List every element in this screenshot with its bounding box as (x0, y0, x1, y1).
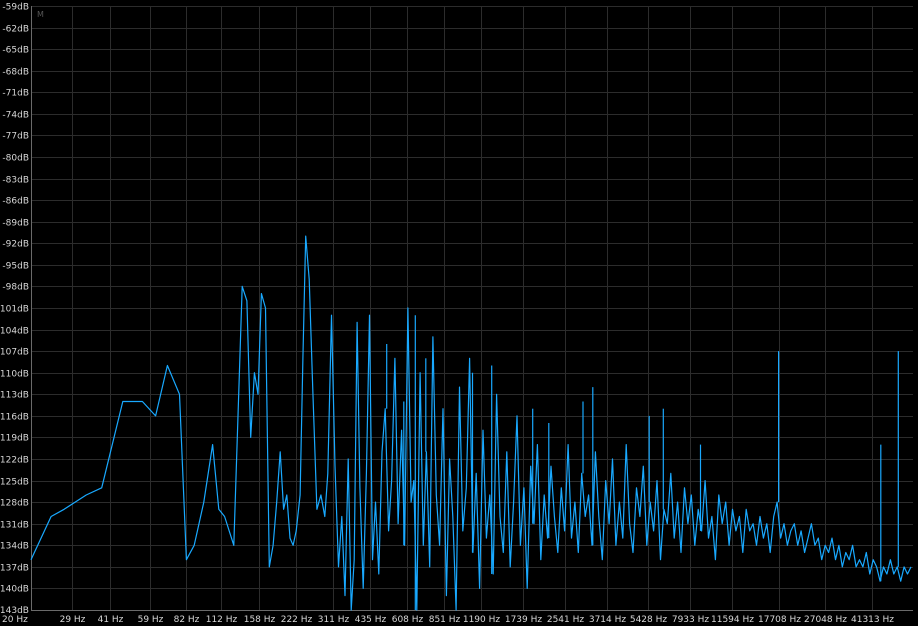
x-axis-ticks: 20 Hz 29 Hz 41 Hz 59 Hz 82 Hz 112 Hz 158 Hz 222… (2, 615, 894, 625)
spectrum-analyzer-chart: -59dB -62dB -65dB -68dB -71dB -74dB -77dB -80dB… (0, 3, 913, 625)
y-tick-label: -131dB (0, 521, 29, 531)
x-tick-label: 5428 Hz (630, 615, 668, 625)
x-tick-label: 1739 Hz (505, 615, 543, 625)
x-tick-label: 311 Hz (318, 615, 350, 625)
y-tick-label: -128dB (0, 499, 29, 509)
x-tick-label: 29 Hz (60, 615, 86, 625)
y-tick-label: -68dB (2, 68, 29, 78)
x-tick-label: 27048 Hz (804, 615, 847, 625)
y-tick-label: -101dB (0, 305, 29, 315)
y-tick-label: -74dB (2, 111, 29, 121)
y-tick-label: -95dB (2, 262, 29, 272)
y-tick-label: -65dB (2, 46, 29, 56)
y-tick-label: -92dB (2, 240, 29, 250)
marker-label: M (37, 10, 44, 19)
x-tick-label: 82 Hz (174, 615, 200, 625)
y-tick-label: -62dB (2, 25, 29, 35)
y-tick-label: -113dB (0, 391, 29, 401)
x-tick-label: 17708 Hz (758, 615, 801, 625)
y-tick-label: -98dB (2, 283, 29, 293)
y-tick-label: -86dB (2, 197, 29, 207)
y-tick-label: -83dB (2, 176, 29, 186)
y-tick-label: -89dB (2, 219, 29, 229)
y-tick-label: -125dB (0, 478, 29, 488)
x-tick-label: 222 Hz (281, 615, 313, 625)
x-tick-label: 435 Hz (355, 615, 387, 625)
y-tick-label: -80dB (2, 154, 29, 164)
y-tick-label: -122dB (0, 456, 29, 466)
x-tick-label: 41313 Hz (851, 615, 894, 625)
y-tick-label: -119dB (0, 434, 29, 444)
y-tick-label: -116dB (0, 413, 29, 423)
y-tick-label: -137dB (0, 564, 29, 574)
x-tick-label: 158 Hz (244, 615, 276, 625)
y-axis-ticks: -59dB -62dB -65dB -68dB -71dB -74dB -77dB -80dB… (0, 3, 29, 617)
y-tick-label: -107dB (0, 348, 29, 358)
y-tick-label: -59dB (2, 3, 29, 13)
x-tick-label: 851 Hz (429, 615, 461, 625)
y-tick-label: -110dB (0, 370, 29, 380)
y-tick-label: -140dB (0, 585, 29, 595)
y-tick-label: -104dB (0, 327, 29, 337)
x-tick-label: 2541 Hz (547, 615, 585, 625)
x-tick-label: 3714 Hz (589, 615, 627, 625)
x-tick-label: 1190 Hz (463, 615, 501, 625)
x-tick-label: 112 Hz (206, 615, 238, 625)
y-tick-label: -77dB (2, 132, 29, 142)
x-tick-label: 20 Hz (2, 615, 28, 625)
x-tick-label: 11594 Hz (711, 615, 754, 625)
x-tick-label: 608 Hz (392, 615, 424, 625)
x-tick-label: 7933 Hz (672, 615, 710, 625)
y-tick-label: -134dB (0, 542, 29, 552)
y-tick-label: -71dB (2, 89, 29, 99)
x-tick-label: 59 Hz (138, 615, 164, 625)
x-tick-label: 41 Hz (98, 615, 124, 625)
